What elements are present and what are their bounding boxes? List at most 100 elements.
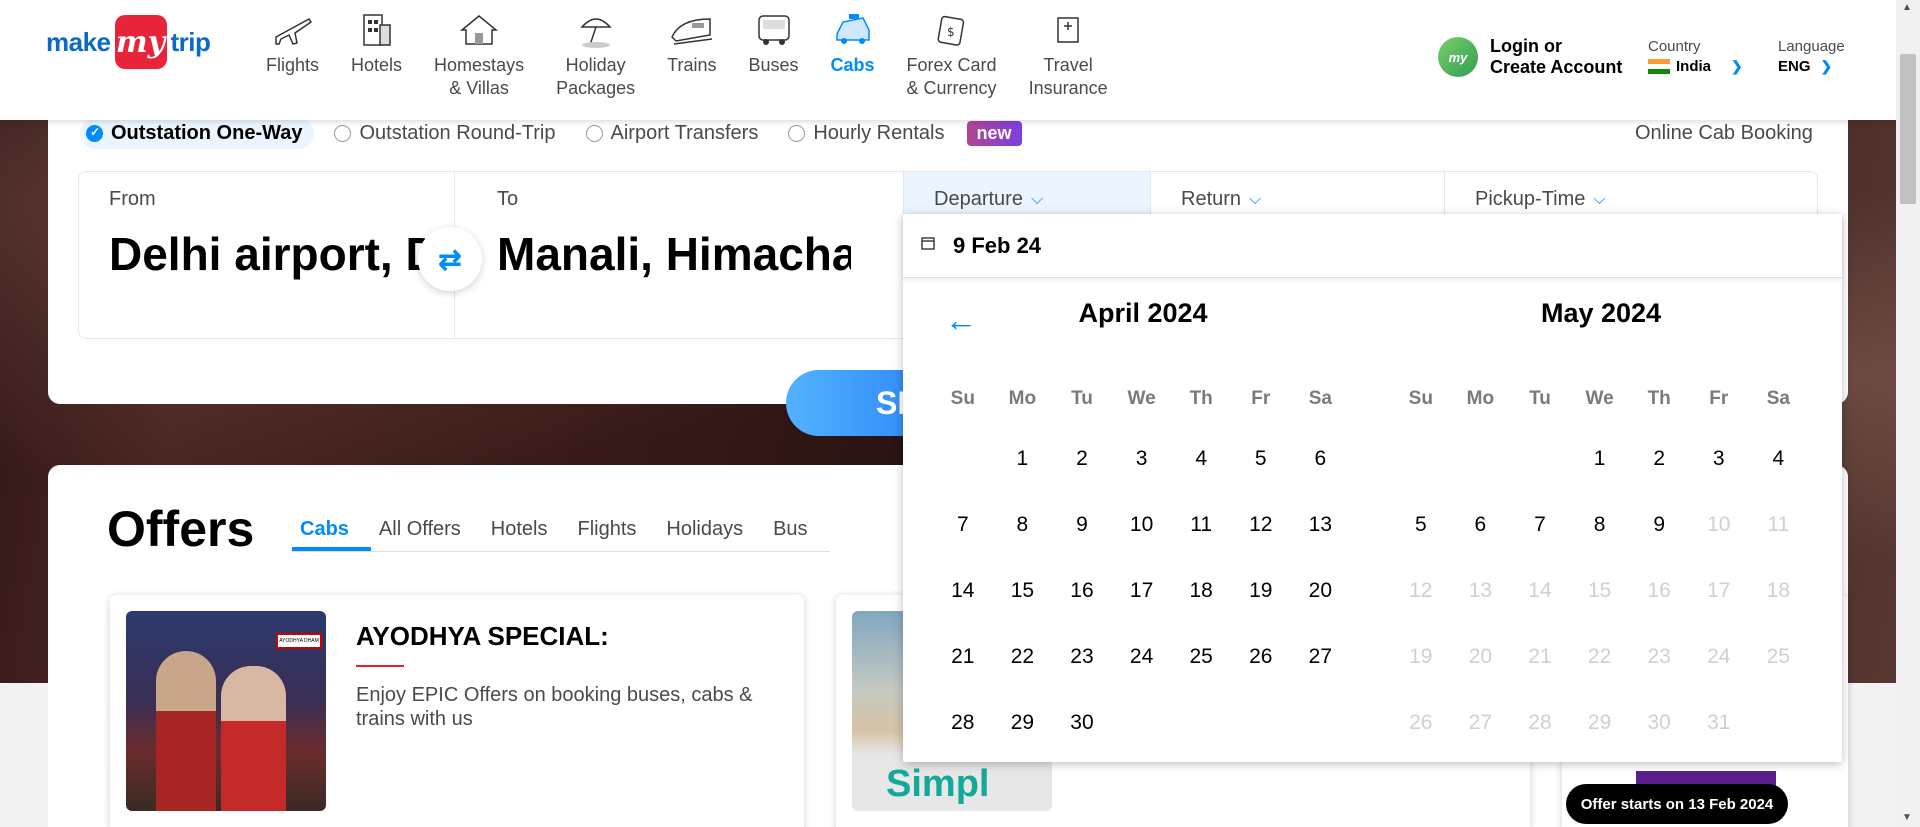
calendar-day[interactable]: 9 [1629, 492, 1689, 558]
calendar-day[interactable]: 12 [1231, 492, 1291, 558]
calendar-day[interactable]: 5 [1231, 426, 1291, 492]
scroll-up-icon[interactable]: ▲ [1902, 2, 1912, 13]
month-title-1: April 2024 [1078, 298, 1208, 328]
calendar-day: 31 [1707, 711, 1731, 734]
nav-label: Buses [748, 55, 799, 75]
calendar-day[interactable]: 16 [1052, 558, 1112, 624]
calendar-day[interactable]: 18 [1171, 558, 1231, 624]
calendar-day[interactable]: 14 [933, 558, 993, 624]
nav-flights[interactable]: Flights [250, 8, 335, 108]
nav-hotels[interactable]: Hotels [335, 8, 418, 108]
calendar-day: 26 [1409, 711, 1433, 734]
calendar-blank [933, 426, 993, 492]
weekday-header: Fr [1709, 388, 1729, 409]
trip-type-outstation-round-trip[interactable]: Outstation Round-Trip [330, 118, 565, 149]
calendar-day[interactable]: 30 [1052, 690, 1112, 756]
date-input[interactable]: 9 Feb 24 [903, 214, 1842, 278]
calendar-blank [1391, 426, 1451, 492]
calendar-day[interactable]: 20 [1291, 558, 1351, 624]
scrollbar-thumb[interactable] [1900, 54, 1916, 204]
calendar-day[interactable]: 15 [993, 558, 1053, 624]
offer-tab-all-offers[interactable]: All Offers [371, 514, 483, 551]
calendar-day[interactable]: 24 [1112, 624, 1172, 690]
nav-label: Homestays & Villas [434, 55, 525, 98]
makemytrip-logo[interactable]: make my trip [46, 14, 211, 70]
to-field[interactable]: To Manali, Himachal Pradesh [455, 172, 904, 338]
offer-image: AYODHYA DHAM [126, 611, 326, 811]
nav-buses[interactable]: Buses [732, 8, 814, 108]
calendar-day[interactable]: 25 [1171, 624, 1231, 690]
calendar-day[interactable]: 6 [1291, 426, 1351, 492]
calendar-day: 21 [1528, 645, 1552, 668]
nav-travel-insurance[interactable]: Travel Insurance [1013, 8, 1124, 108]
calendar-icon [921, 236, 935, 255]
offer-card-ayodhya[interactable]: AYODHYA DHAM AYODHYA SPECIAL: Enjoy EPIC… [110, 595, 804, 827]
calendar-day[interactable]: 1 [1570, 426, 1630, 492]
offer-tab-flights[interactable]: Flights [569, 514, 658, 551]
calendar-day[interactable]: 8 [993, 492, 1053, 558]
nav-holiday-packages[interactable]: Holiday Packages [540, 8, 651, 108]
from-field[interactable]: From Delhi airport, Delhi [79, 172, 455, 338]
offer-tab-cabs[interactable]: Cabs [292, 514, 371, 551]
trip-type-hourly-rentals[interactable]: Hourly Rentals [784, 118, 954, 149]
offer-tab-bus[interactable]: Bus [765, 514, 829, 551]
calendar-day[interactable]: 7 [933, 492, 993, 558]
new-badge: new [966, 121, 1022, 146]
nav-homestays[interactable]: Homestays & Villas [418, 8, 540, 108]
calendar-day[interactable]: 21 [933, 624, 993, 690]
calendar-day[interactable]: 19 [1231, 558, 1291, 624]
calendar-day[interactable]: 22 [993, 624, 1053, 690]
calendar-day: 19 [1409, 645, 1433, 668]
calendar-day[interactable]: 4 [1171, 426, 1231, 492]
calendar-day[interactable]: 29 [993, 690, 1053, 756]
swap-locations-icon[interactable]: ⇄ [418, 227, 482, 291]
calendar-day: 22 [1587, 645, 1612, 668]
hotel-icon [355, 8, 399, 52]
offer-tabs: Cabs All Offers Hotels Flights Holidays … [292, 514, 830, 552]
calendar-day[interactable]: 11 [1171, 492, 1231, 558]
offers-title: Offers [107, 501, 255, 557]
country-selector[interactable]: Country India ❯ [1648, 38, 1743, 75]
calendar-day[interactable]: 3 [1689, 426, 1749, 492]
calendar-day[interactable]: 9 [1052, 492, 1112, 558]
radio-icon [788, 125, 806, 142]
calendar-day[interactable]: 2 [1629, 426, 1689, 492]
nav-trains[interactable]: Trains [651, 8, 732, 108]
calendar-day[interactable]: 6 [1451, 492, 1511, 558]
calendar-day[interactable]: 1 [993, 426, 1053, 492]
chevron-down-icon: ❯ [1731, 58, 1743, 74]
language-selector[interactable]: Language ENG ❯ [1778, 38, 1845, 75]
offer-tab-holidays[interactable]: Holidays [658, 514, 765, 551]
nav-label: Holiday Packages [556, 55, 636, 98]
trip-type-outstation-one-way[interactable]: Outstation One-Way [80, 118, 315, 149]
language-value-text: ENG [1778, 58, 1811, 75]
calendar-day[interactable]: 26 [1231, 624, 1291, 690]
language-value: ENG ❯ [1778, 58, 1845, 75]
month-title-2: May 2024 [1540, 298, 1662, 328]
login-button[interactable]: my Login or Create Account [1438, 36, 1622, 78]
calendar-day[interactable]: 13 [1291, 492, 1351, 558]
trip-type-airport-transfers[interactable]: Airport Transfers [582, 118, 769, 149]
calendar-day[interactable]: 5 [1391, 492, 1451, 558]
return-caption: Return ⌵ [1181, 188, 1444, 211]
calendar-day[interactable]: 28 [933, 690, 993, 756]
calendar-day[interactable]: 2 [1052, 426, 1112, 492]
nav-forex[interactable]: $ Forex Card & Currency [891, 8, 1013, 108]
person-shape [221, 721, 286, 811]
calendar-day[interactable]: 23 [1052, 624, 1112, 690]
offer-tab-hotels[interactable]: Hotels [483, 514, 570, 551]
calendar-day[interactable]: 3 [1112, 426, 1172, 492]
calendar-day[interactable]: 10 [1112, 492, 1172, 558]
calendar-day: 10 [1707, 513, 1731, 536]
month-grid-1: Su Mo Tu We Th Fr Sa 1 2 3 4 5 6 7 8 9 10 11 12 13 14 15 16 17 1… [933, 372, 1350, 756]
nav-cabs[interactable]: Cabs [815, 8, 891, 108]
weekday-header: Th [1647, 388, 1671, 409]
calendar-day[interactable]: 17 [1112, 558, 1172, 624]
calendar-day[interactable]: 8 [1570, 492, 1630, 558]
page-scrollbar[interactable]: ▲ ▼ [1896, 0, 1920, 827]
calendar-day[interactable]: 4 [1749, 426, 1809, 492]
scroll-down-icon[interactable]: ▼ [1902, 812, 1912, 823]
calendar-day[interactable]: 27 [1291, 624, 1351, 690]
from-caption: From [109, 188, 156, 210]
calendar-day[interactable]: 7 [1510, 492, 1570, 558]
